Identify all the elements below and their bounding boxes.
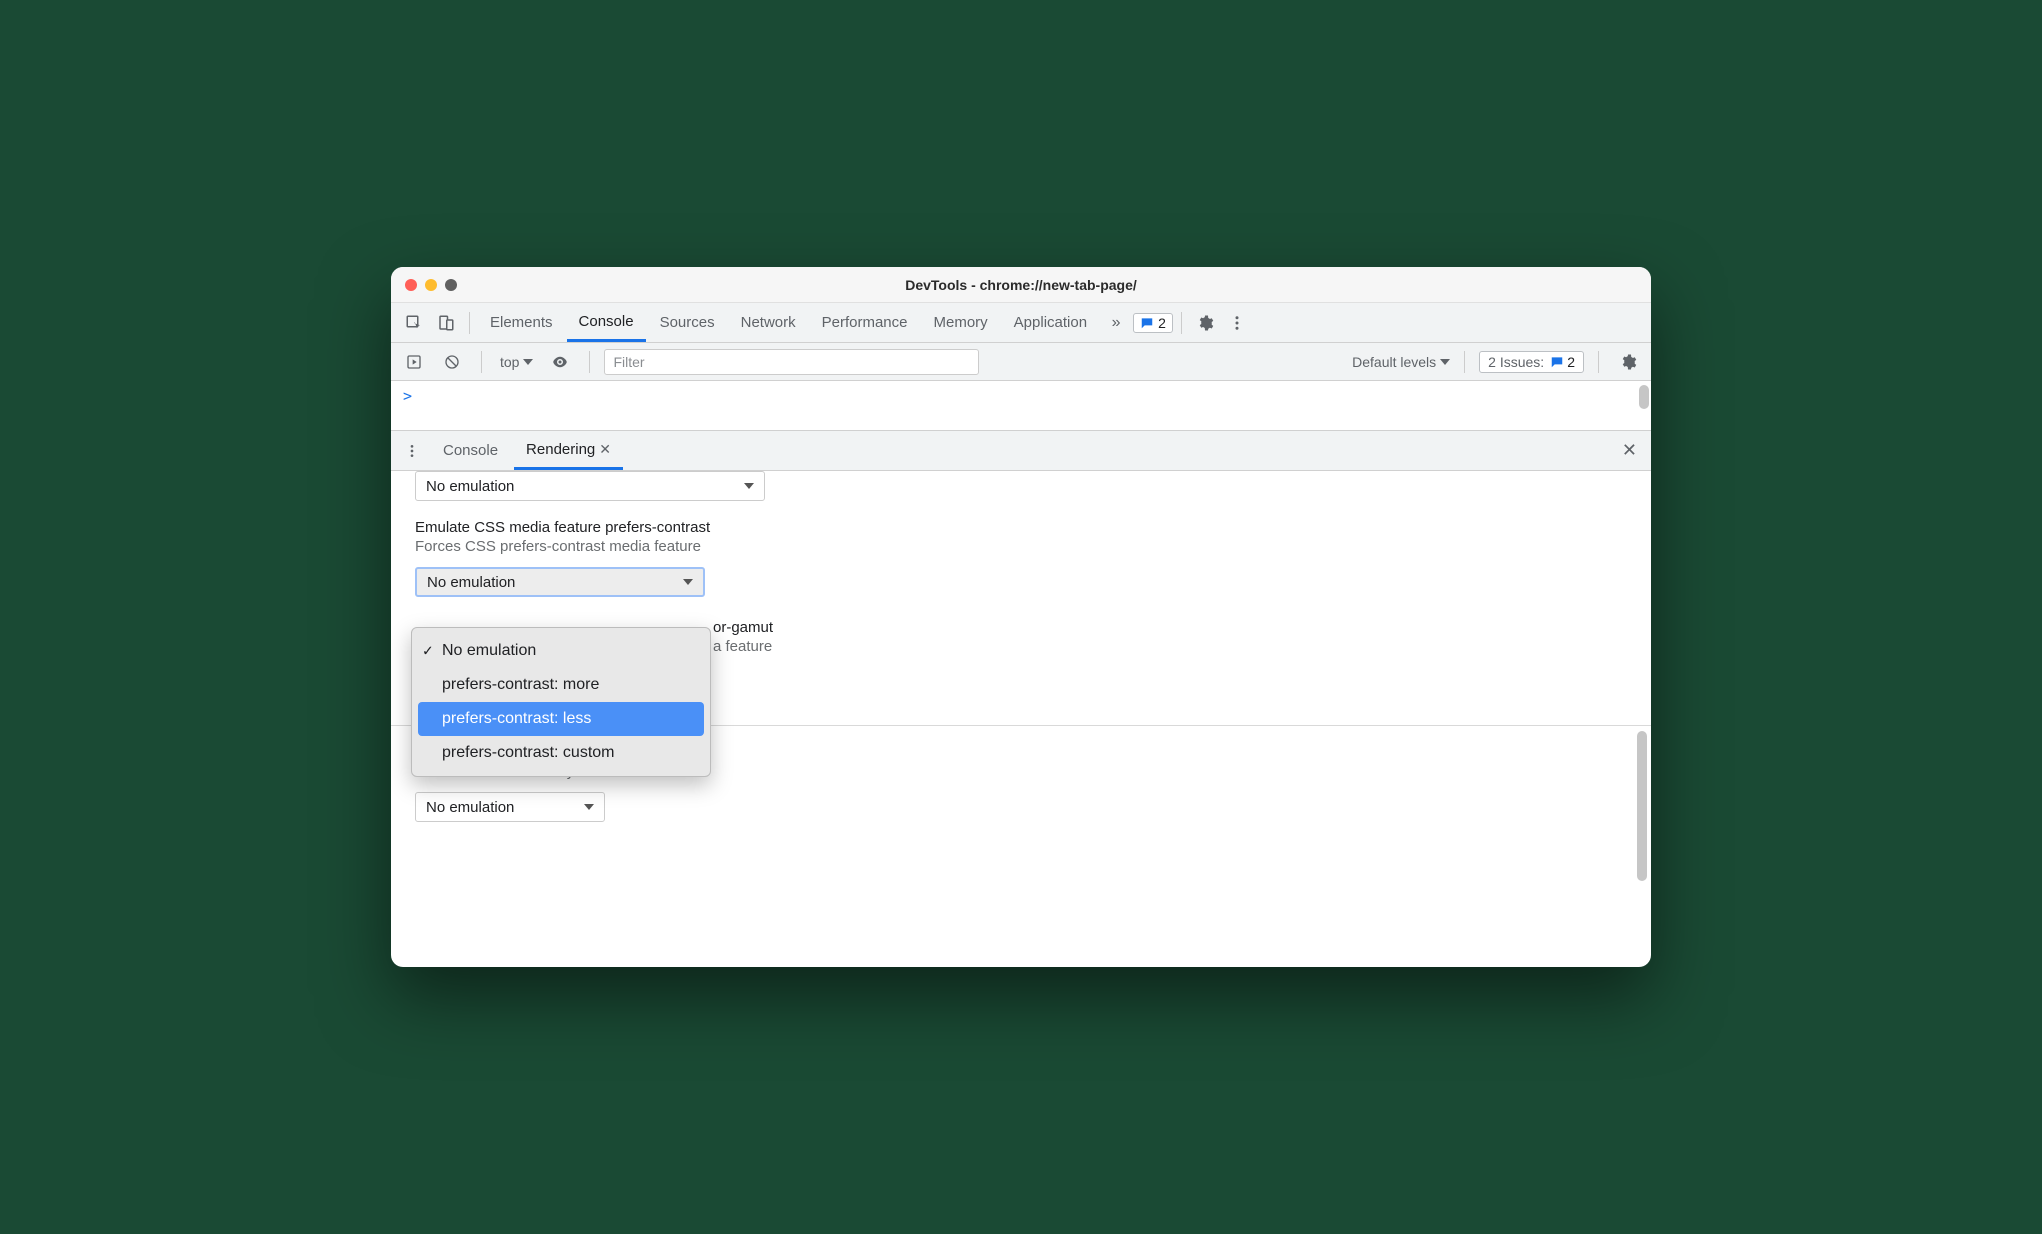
issues-count: 2: [1567, 354, 1575, 370]
option-label: prefers-contrast: custom: [442, 744, 615, 762]
mac-titlebar: DevTools - chrome://new-tab-page/: [391, 267, 1651, 303]
clear-console-icon[interactable]: [437, 347, 467, 377]
tab-elements[interactable]: Elements: [478, 303, 565, 342]
tab-network[interactable]: Network: [729, 303, 808, 342]
tab-memory[interactable]: Memory: [922, 303, 1000, 342]
option-contrast-custom[interactable]: prefers-contrast: custom: [412, 736, 710, 770]
tab-label: Rendering: [526, 441, 595, 458]
field-desc: a feature: [713, 638, 1641, 655]
console-subtoolbar: top Default levels 2 Issues: 2: [391, 343, 1651, 381]
emulation-select-generic[interactable]: No emulation: [415, 471, 765, 501]
levels-selector[interactable]: Default levels: [1352, 354, 1450, 370]
more-tabs-icon[interactable]: [1101, 308, 1131, 338]
filter-input[interactable]: [604, 349, 979, 375]
partial-text: a feature: [713, 638, 772, 655]
console-scrollbar[interactable]: [1639, 385, 1649, 409]
chat-icon: [1550, 355, 1564, 369]
tab-label: Sources: [660, 314, 715, 331]
execute-icon[interactable]: [399, 347, 429, 377]
option-no-emulation[interactable]: ✓ No emulation: [412, 634, 710, 668]
tab-label: Performance: [822, 314, 908, 331]
caret-down-icon: [584, 804, 594, 810]
chat-icon: [1140, 316, 1154, 330]
option-label: No emulation: [442, 642, 536, 660]
divider: [469, 312, 470, 334]
caret-down-icon: [523, 359, 533, 365]
select-value: No emulation: [427, 574, 515, 591]
divider: [1598, 351, 1599, 373]
badge-count: 2: [1158, 315, 1166, 331]
context-selector[interactable]: top: [496, 354, 537, 370]
close-tab-icon[interactable]: ✕: [599, 441, 611, 458]
divider: [1181, 312, 1182, 334]
levels-label: Default levels: [1352, 354, 1436, 370]
option-label: prefers-contrast: less: [442, 710, 591, 728]
drawer-tab-rendering[interactable]: Rendering ✕: [514, 431, 623, 470]
settings-icon[interactable]: [1190, 308, 1220, 338]
issues-label: 2 Issues:: [1488, 354, 1544, 370]
issues-badge[interactable]: 2: [1133, 313, 1173, 333]
partial-text: or-gamut: [713, 619, 773, 636]
tab-label: Network: [741, 314, 796, 331]
option-contrast-more[interactable]: prefers-contrast: more: [412, 668, 710, 702]
live-expression-icon[interactable]: [545, 347, 575, 377]
inspect-icon[interactable]: [399, 308, 429, 338]
tab-performance[interactable]: Performance: [810, 303, 920, 342]
select-value: No emulation: [426, 478, 514, 495]
tab-label: Console: [443, 442, 498, 459]
tab-label: Memory: [934, 314, 988, 331]
select-value: No emulation: [426, 799, 514, 816]
tab-label: Application: [1014, 314, 1087, 331]
drawer-tab-console[interactable]: Console: [431, 431, 510, 470]
tab-label: Elements: [490, 314, 553, 331]
issues-toggle[interactable]: 2 Issues: 2: [1479, 351, 1584, 373]
divider: [589, 351, 590, 373]
window-title: DevTools - chrome://new-tab-page/: [391, 277, 1651, 293]
panel-scrollbar[interactable]: [1637, 731, 1647, 881]
field-prefers-contrast: Emulate CSS media feature prefers-contra…: [415, 519, 1641, 597]
check-icon: ✓: [422, 643, 434, 660]
option-label: prefers-contrast: more: [442, 676, 599, 694]
rendering-panel: No emulation Emulate CSS media feature p…: [391, 471, 1651, 967]
drawer-tabbar: Console Rendering ✕ ✕: [391, 431, 1651, 471]
divider: [481, 351, 482, 373]
tab-label: Console: [579, 313, 634, 330]
drawer-close-icon[interactable]: ✕: [1614, 440, 1645, 461]
caret-down-icon: [744, 483, 754, 489]
field-desc: Forces CSS prefers-contrast media featur…: [415, 538, 1641, 555]
context-label: top: [500, 354, 519, 370]
console-settings-icon[interactable]: [1613, 347, 1643, 377]
field-title: or-gamut: [713, 619, 1641, 636]
prefers-contrast-options-popup: ✓ No emulation prefers-contrast: more pr…: [411, 627, 711, 777]
vision-deficiency-select[interactable]: No emulation: [415, 792, 605, 822]
device-toggle-icon[interactable]: [431, 308, 461, 338]
tab-console[interactable]: Console: [567, 303, 646, 342]
caret-down-icon: [1440, 359, 1450, 365]
option-contrast-less[interactable]: prefers-contrast: less: [418, 702, 704, 736]
main-toolbar: Elements Console Sources Network Perform…: [391, 303, 1651, 343]
divider: [1464, 351, 1465, 373]
tab-application[interactable]: Application: [1002, 303, 1099, 342]
tab-sources[interactable]: Sources: [648, 303, 727, 342]
drawer-kebab-icon[interactable]: [397, 436, 427, 466]
console-output[interactable]: >: [391, 381, 1651, 431]
devtools-window: DevTools - chrome://new-tab-page/ Elemen…: [391, 267, 1651, 967]
caret-down-icon: [683, 579, 693, 585]
console-prompt-icon: >: [403, 387, 412, 405]
field-title: Emulate CSS media feature prefers-contra…: [415, 519, 1641, 536]
prefers-contrast-select[interactable]: No emulation: [415, 567, 705, 597]
kebab-icon[interactable]: [1222, 308, 1252, 338]
